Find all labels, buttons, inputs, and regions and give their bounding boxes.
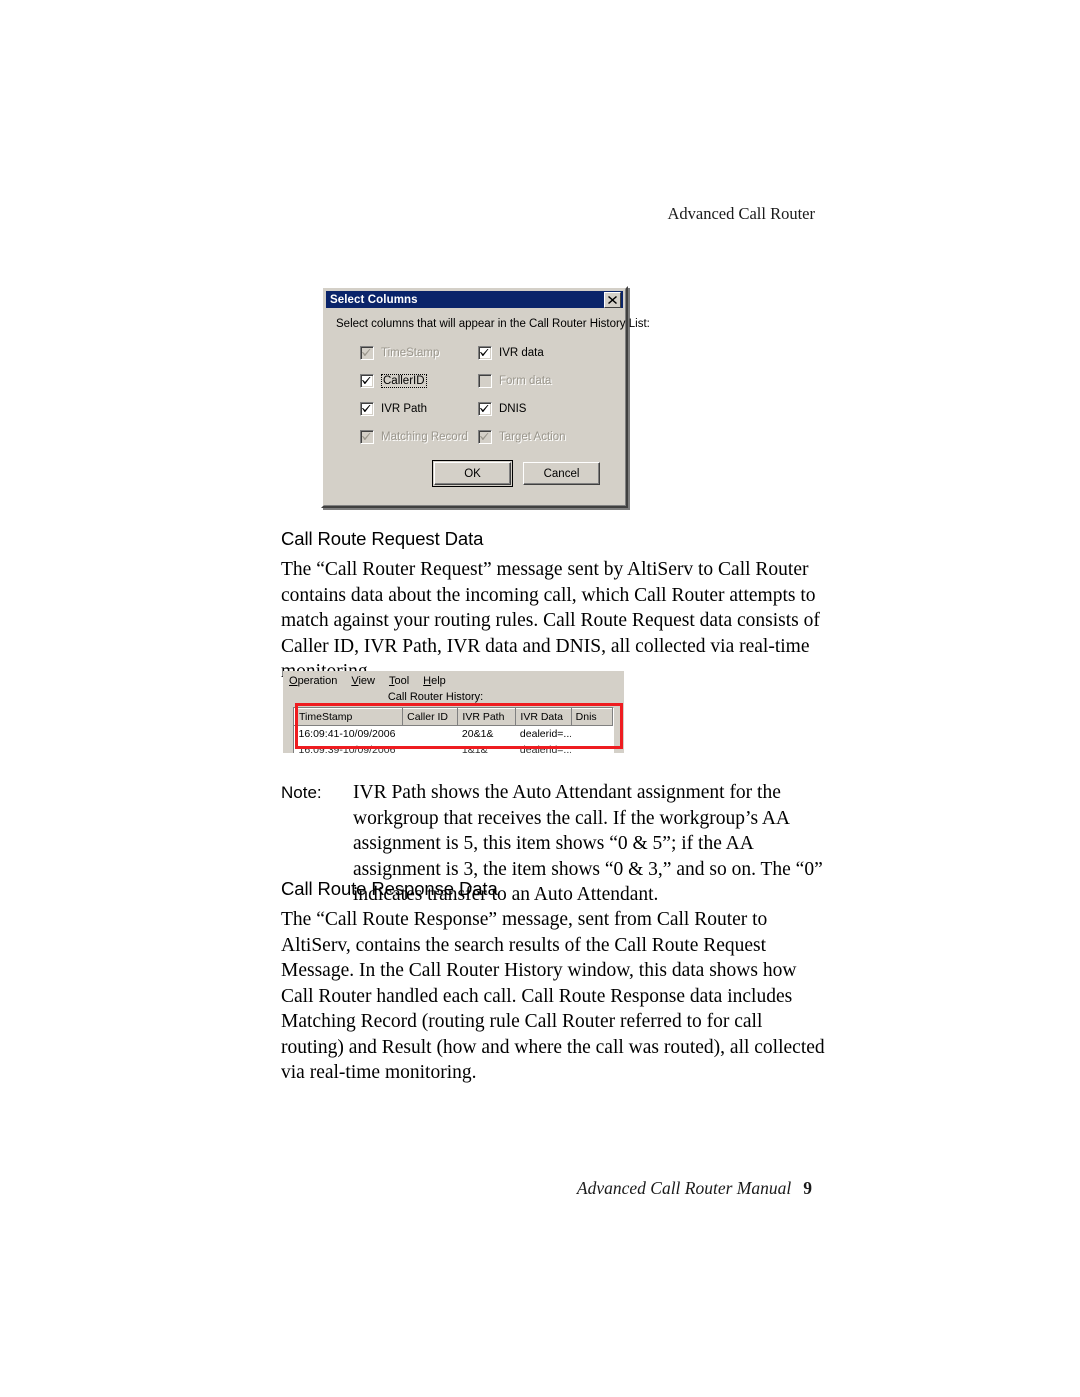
column-header-ivr-data[interactable]: IVR Data — [515, 708, 572, 726]
checkbox-box-unchecked-disabled-icon — [478, 374, 492, 388]
footer-title: Advanced Call Router Manual — [576, 1178, 792, 1198]
checkbox-box-checked-icon[interactable] — [478, 346, 492, 360]
cell-caller-id — [402, 725, 458, 742]
checkbox-label-focused: CallerID — [381, 374, 427, 388]
checkbox-callerid[interactable]: CallerID — [360, 374, 478, 388]
cell-timestamp: 16:09:39-10/09/2006 — [294, 742, 403, 753]
cell-timestamp: 16:09:41-10/09/2006 — [294, 725, 403, 742]
dialog-body: Select columns that will appear in the C… — [324, 308, 650, 505]
checkbox-box-checked-icon[interactable] — [360, 374, 374, 388]
cell-dnis — [571, 725, 613, 742]
cancel-button[interactable]: Cancel — [523, 462, 600, 485]
close-icon[interactable] — [604, 291, 621, 308]
running-header: Advanced Call Router — [667, 204, 815, 223]
page-number: 9 — [803, 1178, 812, 1198]
heading-call-route-response-data: Call Route Response Data — [281, 878, 498, 899]
checkbox-label: DNIS — [499, 403, 527, 415]
history-grid: TimeStamp Caller ID IVR Path IVR Data Dn… — [293, 707, 614, 753]
checkbox-form-data: Form data — [478, 374, 613, 388]
column-checkbox-grid: TimeStamp IVR data CallerID Form data IV… — [360, 346, 613, 444]
cell-dnis — [571, 742, 613, 753]
cell-ivr-data: dealerid=... — [515, 725, 572, 742]
checkbox-dnis[interactable]: DNIS — [478, 402, 613, 416]
checkbox-ivr-data[interactable]: IVR data — [478, 346, 613, 360]
checkbox-label: Matching Record — [381, 431, 468, 443]
menu-help[interactable]: Help — [423, 675, 446, 687]
checkbox-matching-record: Matching Record — [360, 430, 478, 444]
call-router-history-screenshot: Operation View Tool Help Call Router His… — [283, 671, 624, 753]
checkbox-box-checked-disabled-icon — [360, 346, 374, 360]
checkbox-label: TimeStamp — [381, 347, 440, 359]
dialog-button-bar: OK Cancel — [336, 460, 613, 487]
checkbox-label: IVR Path — [381, 403, 428, 415]
dialog-title: Select Columns — [330, 293, 418, 306]
column-header-timestamp[interactable]: TimeStamp — [293, 708, 404, 726]
table-row[interactable]: 16:09:39-10/09/2006 1&1& dealerid=... — [294, 742, 613, 753]
dialog-instruction: Select columns that will appear in the C… — [336, 318, 650, 330]
cell-caller-id — [402, 742, 458, 753]
menu-tool[interactable]: Tool — [389, 675, 409, 687]
menu-view[interactable]: View — [351, 675, 375, 687]
dialog-titlebar: Select Columns — [326, 291, 623, 308]
table-row[interactable]: 16:09:41-10/09/2006 20&1& dealerid=... — [294, 725, 613, 742]
document-page: Advanced Call Router Select Columns Sele… — [0, 0, 1080, 1397]
checkbox-label: Form data — [499, 375, 552, 387]
checkbox-box-checked-disabled-icon — [478, 430, 492, 444]
checkbox-target-action: Target Action — [478, 430, 613, 444]
checkbox-label: Target Action — [499, 431, 566, 443]
checkbox-timestamp: TimeStamp — [360, 346, 478, 360]
history-caption: Call Router History: — [387, 691, 484, 703]
select-columns-dialog: Select Columns Select columns that will … — [321, 286, 650, 508]
history-table: TimeStamp Caller ID IVR Path IVR Data Dn… — [293, 708, 614, 753]
paragraph-call-route-request-data: The “Call Router Request” message sent b… — [281, 559, 820, 682]
ok-button[interactable]: OK — [432, 460, 513, 487]
menu-operation[interactable]: Operation — [289, 675, 337, 687]
history-menubar: Operation View Tool Help — [283, 671, 624, 689]
paragraph-call-route-response-data: The “Call Route Response” message, sent … — [281, 909, 825, 1083]
column-header-dnis[interactable]: Dnis — [570, 708, 614, 726]
dialog-footer-spacer — [336, 485, 613, 495]
cell-ivr-path: 20&1& — [457, 725, 516, 742]
dialog-inner-frame: Select Columns Select columns that will … — [323, 288, 650, 506]
checkbox-ivr-path[interactable]: IVR Path — [360, 402, 478, 416]
column-header-ivr-path[interactable]: IVR Path — [457, 708, 517, 726]
cell-ivr-data: dealerid=... — [515, 742, 572, 753]
heading-call-route-request-data: Call Route Request Data — [281, 528, 484, 549]
column-header-caller-id[interactable]: Caller ID — [402, 708, 459, 726]
page-footer: Advanced Call Router Manual 9 — [0, 1178, 812, 1199]
table-header-row: TimeStamp Caller ID IVR Path IVR Data Dn… — [293, 708, 614, 726]
cell-ivr-path: 1&1& — [457, 742, 516, 753]
checkbox-box-checked-icon[interactable] — [360, 402, 374, 416]
checkbox-box-checked-disabled-icon — [360, 430, 374, 444]
checkbox-box-checked-icon[interactable] — [478, 402, 492, 416]
checkbox-label: IVR data — [499, 347, 544, 359]
